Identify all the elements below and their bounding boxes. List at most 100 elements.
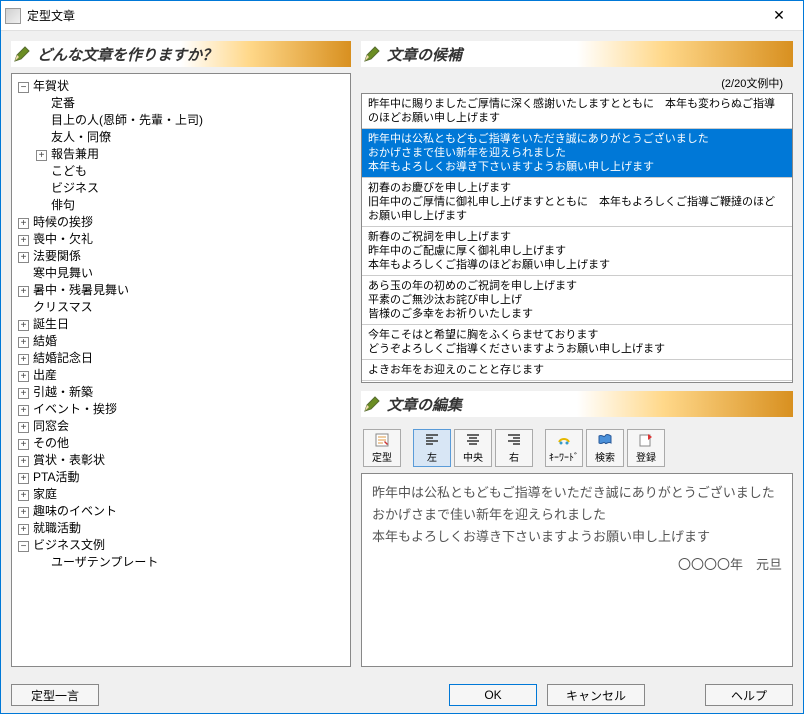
align-right-label: 右 [509, 449, 519, 464]
template-phrase-button[interactable]: 定型一言 [11, 684, 99, 706]
collapse-icon[interactable]: − [18, 82, 29, 93]
tree-item-label: こども [51, 164, 87, 178]
candidates-list[interactable]: 昨年中に賜りましたご厚情に深く感謝いたしますとともに 本年も変わらぬご指導のほど… [361, 93, 793, 383]
close-button[interactable]: ✕ [759, 2, 799, 30]
expand-icon[interactable]: + [18, 456, 29, 467]
expand-icon[interactable]: + [18, 218, 29, 229]
keyword-button[interactable]: ｷｰﾜｰﾄﾞ [545, 429, 583, 467]
candidate-item[interactable]: 昨年中に賜りましたご厚情に深く感謝いたしますとともに 本年も変わらぬご指導のほど… [362, 94, 792, 129]
expand-icon[interactable]: + [18, 320, 29, 331]
category-tree[interactable]: −年賀状定番目上の人(恩師・先輩・上司)友人・同僚+報告兼用こどもビジネス俳句+… [11, 73, 351, 667]
tree-item[interactable]: 寒中見舞い [14, 265, 348, 282]
button-bar: 定型一言 OK キャンセル ヘルプ [1, 677, 803, 713]
content: どんな文章を作りますか？ −年賀状定番目上の人(恩師・先輩・上司)友人・同僚+報… [1, 31, 803, 677]
tree-item-label: 結婚記念日 [33, 351, 93, 365]
help-button[interactable]: ヘルプ [705, 684, 793, 706]
expand-icon[interactable]: + [18, 286, 29, 297]
template-button[interactable]: 定型 [363, 429, 401, 467]
expand-icon[interactable]: + [18, 235, 29, 246]
align-right-button[interactable]: 右 [495, 429, 533, 467]
candidate-item[interactable]: 初春のお慶びを申し上げます旧年中のご厚情に御礼申し上げますとともに 本年もよろし… [362, 178, 792, 227]
left-header-text: どんな文章を作りますか？ [37, 44, 217, 65]
candidates-section-header: 文章の候補 [361, 41, 793, 67]
candidate-item[interactable]: 昨年中は公私ともどもご指導をいただき誠にありがとうございましたおかげさまで佳い新… [362, 129, 792, 178]
register-label: 登録 [636, 449, 656, 464]
tree-item[interactable]: ビジネス [32, 180, 348, 197]
candidate-item[interactable]: あら玉の年の初めのご祝詞を申し上げます平素のご無沙汰お詫び申し上げ皆様のご多幸を… [362, 276, 792, 325]
tree-item[interactable]: 友人・同僚 [32, 129, 348, 146]
tree-item[interactable]: 俳句 [32, 197, 348, 214]
editor-line: おかげさまで佳い新年を迎えられました [372, 504, 782, 526]
window-title: 定型文章 [27, 7, 759, 24]
tree-item[interactable]: + 結婚記念日 [14, 350, 348, 367]
expand-icon[interactable]: + [18, 439, 29, 450]
tree-item[interactable]: 定番 [32, 95, 348, 112]
tree-item-label: PTA活動 [33, 470, 79, 484]
tree-item[interactable]: + PTA活動 [14, 469, 348, 486]
tree-item-label: 喪中・欠礼 [33, 232, 93, 246]
tree-item[interactable]: +結婚 [14, 333, 348, 350]
expand-icon[interactable]: + [18, 371, 29, 382]
expand-icon[interactable]: + [18, 524, 29, 535]
expand-icon[interactable]: + [18, 507, 29, 518]
expand-icon[interactable]: + [18, 388, 29, 399]
tree-item-label: 誕生日 [33, 317, 69, 331]
tree-item[interactable]: +賞状・表彰状 [14, 452, 348, 469]
search-button[interactable]: 検索 [586, 429, 624, 467]
expand-icon[interactable]: + [18, 422, 29, 433]
tree-item-label: 趣味のイベント [33, 504, 117, 518]
tree-item[interactable]: + 時候の挨拶 [14, 214, 348, 231]
tree-item[interactable]: +法要関係 [14, 248, 348, 265]
tree-item-label: 年賀状 [33, 79, 69, 93]
tree-item[interactable]: −年賀状 [14, 78, 348, 95]
tree-item[interactable]: +同窓会 [14, 418, 348, 435]
search-icon [597, 432, 613, 448]
candidate-item[interactable]: 今年こそはと希望に胸をふくらませておりますどうぞよろしくご指導くださいますようお… [362, 325, 792, 360]
editor-line: 本年もよろしくお導き下さいますようお願い申し上げます [372, 526, 782, 548]
tree-item[interactable]: + 喪中・欠礼 [14, 231, 348, 248]
tree-item[interactable]: クリスマス [14, 299, 348, 316]
tree-item-label: 時候の挨拶 [33, 215, 93, 229]
tree-item[interactable]: +出産 [14, 367, 348, 384]
editor-textarea[interactable]: 昨年中は公私ともどもご指導をいただき誠にありがとうございましたおかげさまで佳い新… [361, 473, 793, 667]
editor-signature: 〇〇〇〇年 元旦 [372, 554, 782, 576]
tree-item-label: 暑中・残暑見舞い [33, 283, 129, 297]
tree-item[interactable]: + その他 [14, 435, 348, 452]
ok-button[interactable]: OK [449, 684, 537, 706]
tree-item-label: その他 [33, 436, 69, 450]
expand-icon[interactable]: + [18, 337, 29, 348]
tree-item[interactable]: 目上の人(恩師・先輩・上司) [32, 112, 348, 129]
expand-icon[interactable]: + [18, 473, 29, 484]
tree-item[interactable]: + 家庭 [14, 486, 348, 503]
window: 定型文章 ✕ どんな文章を作りますか？ −年賀状定番目上の人(恩師・先輩・上司)… [0, 0, 804, 714]
expand-icon[interactable]: + [36, 150, 47, 161]
align-left-button[interactable]: 左 [413, 429, 451, 467]
tree-item[interactable]: + 報告兼用 [32, 146, 348, 163]
candidate-item[interactable]: 新春のご祝詞を申し上げます昨年中のご配慮に厚く御礼申し上げます本年もよろしくご指… [362, 227, 792, 276]
tree-item-label: ビジネス文例 [33, 538, 105, 552]
tree-item[interactable]: ユーザテンプレート [32, 554, 348, 571]
cancel-button[interactable]: キャンセル [547, 684, 645, 706]
candidate-item[interactable]: よきお年をお迎えのことと存じます [362, 360, 792, 381]
tree-item[interactable]: + 趣味のイベント [14, 503, 348, 520]
candidates-header-text: 文章の候補 [387, 44, 462, 65]
tree-item[interactable]: −ビジネス文例 [14, 537, 348, 554]
align-center-button[interactable]: 中央 [454, 429, 492, 467]
collapse-icon[interactable]: − [18, 541, 29, 552]
expand-icon[interactable]: + [18, 405, 29, 416]
pencil-icon [13, 45, 31, 63]
expand-icon[interactable]: + [18, 490, 29, 501]
tree-item[interactable]: こども [32, 163, 348, 180]
tree-item[interactable]: +就職活動 [14, 520, 348, 537]
register-button[interactable]: 登録 [627, 429, 665, 467]
tree-item[interactable]: + 暑中・残暑見舞い [14, 282, 348, 299]
align-center-icon [465, 432, 481, 448]
tree-item[interactable]: +引越・新築 [14, 384, 348, 401]
tree-item-label: 報告兼用 [51, 147, 99, 161]
expand-icon[interactable]: + [18, 252, 29, 263]
candidate-counter: (2/20文例中) [361, 73, 793, 93]
tree-item[interactable]: + 誕生日 [14, 316, 348, 333]
tree-item[interactable]: +イベント・挨拶 [14, 401, 348, 418]
tree-item-label: 家庭 [33, 487, 57, 501]
expand-icon[interactable]: + [18, 354, 29, 365]
